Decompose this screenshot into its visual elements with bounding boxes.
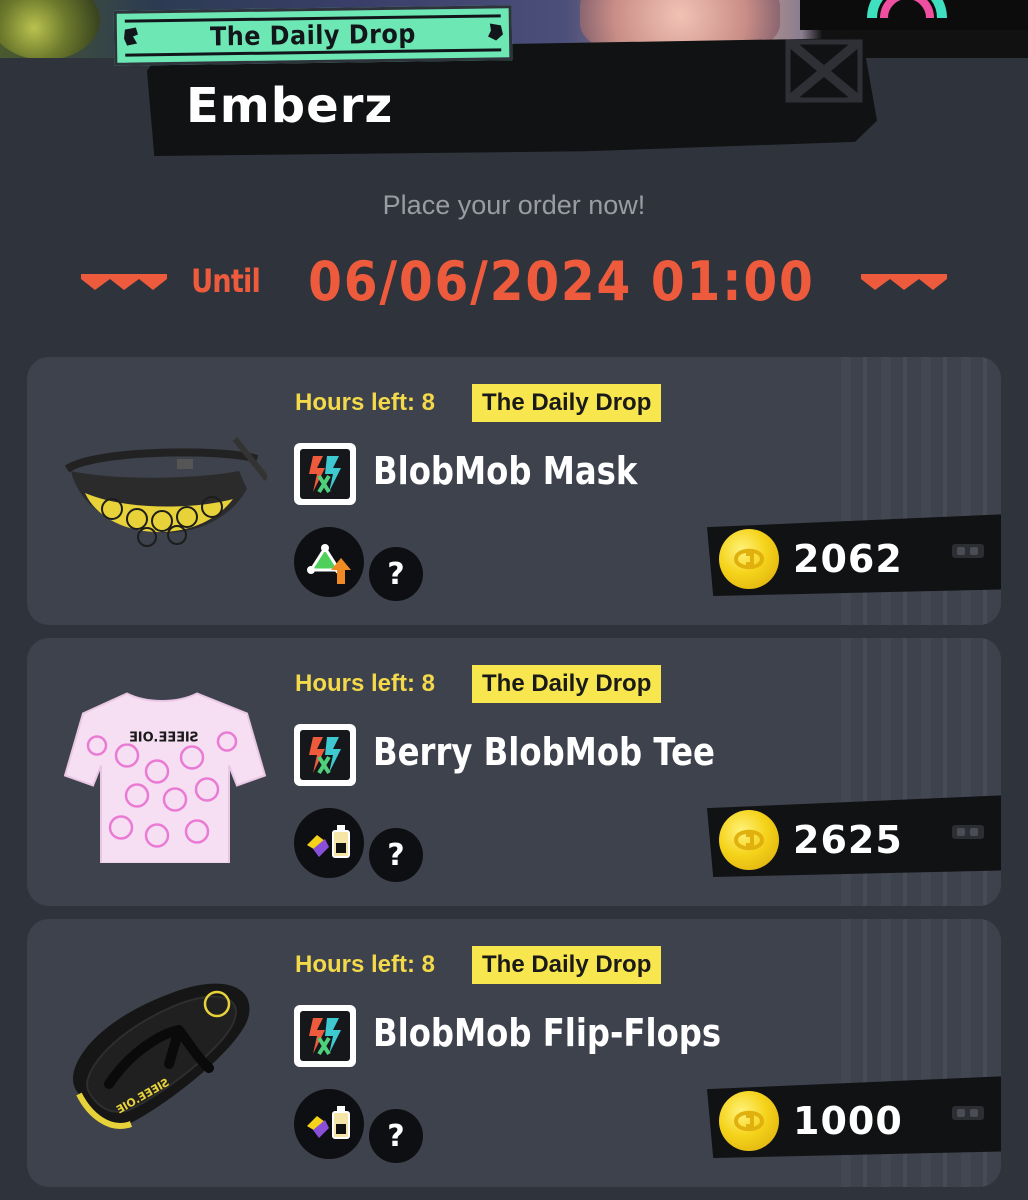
deadline-date: 06/06/2024 01:00 (308, 249, 815, 313)
ink-resistance-icon[interactable] (294, 808, 364, 878)
item-price: 2062 (793, 537, 903, 581)
item-price: 1000 (793, 1099, 903, 1143)
hours-left: Hours left: 8 (295, 951, 436, 978)
ticket-icon (952, 1106, 984, 1120)
daily-drop-badge: The Daily Drop (472, 665, 662, 703)
deadline-until-label: Until (191, 262, 261, 300)
daily-drop-badge: The Daily Drop (472, 384, 662, 422)
emberz-brand-icon (294, 1005, 356, 1067)
daily-drop-tag-label: The Daily Drop (209, 19, 417, 52)
berry-blobmob-tee-image: ƎIO.ƎƎƎIƧ (63, 692, 267, 863)
emberz-brand-icon (294, 724, 356, 786)
ink-resistance-icon[interactable] (294, 1089, 364, 1159)
unknown-ability-slot[interactable]: ? (369, 1109, 423, 1163)
item-card-berry-blobmob-tee[interactable]: ƎIO.ƎƎƎIƧ Hours left: 8 The Daily Drop B… (27, 638, 1001, 906)
item-card-blobmob-flip-flops[interactable]: ƎIO.ƎƎƎIƧ Hours left: 8 The Daily Drop B… (27, 919, 1001, 1187)
blobmob-flip-flops-image: ƎIO.ƎƎƎIƧ (73, 983, 250, 1129)
rainbow-logo-icon (867, 0, 947, 18)
svg-text:ƎIO.ƎƎƎIƧ: ƎIO.ƎƎƎIƧ (129, 731, 199, 746)
item-card-blobmob-mask[interactable]: Hours left: 8 The Daily Drop BlobMob Mas… (27, 357, 1001, 625)
coin-icon (719, 1091, 779, 1151)
splat-icon (488, 23, 504, 41)
deadline-row: Until 06/06/2024 01:00 (0, 246, 1028, 316)
daily-drop-badge: The Daily Drop (472, 946, 662, 984)
close-button[interactable] (782, 38, 866, 104)
coin-icon (719, 810, 779, 870)
hours-left: Hours left: 8 (295, 389, 436, 416)
item-name: BlobMob Mask (373, 449, 638, 493)
ticket-icon (952, 544, 984, 558)
item-name: BlobMob Flip-Flops (373, 1011, 722, 1055)
brand-name: Emberz (186, 78, 394, 134)
order-prompt: Place your order now! (382, 190, 646, 220)
unknown-ability-slot[interactable]: ? (369, 547, 423, 601)
close-icon (785, 39, 863, 103)
hours-left: Hours left: 8 (295, 670, 436, 697)
coin-icon (719, 529, 779, 589)
zigzag-right-icon (860, 274, 947, 290)
ink-saver-up-icon[interactable] (294, 527, 364, 597)
zigzag-left-icon (81, 274, 168, 290)
unknown-ability-slot[interactable]: ? (369, 828, 423, 882)
ticket-icon (952, 825, 984, 839)
item-price: 2625 (793, 818, 903, 862)
emberz-brand-icon (294, 443, 356, 505)
item-name: Berry BlobMob Tee (373, 730, 715, 774)
daily-drop-tag: The Daily Drop (113, 5, 513, 66)
blobmob-mask-image (64, 437, 267, 547)
